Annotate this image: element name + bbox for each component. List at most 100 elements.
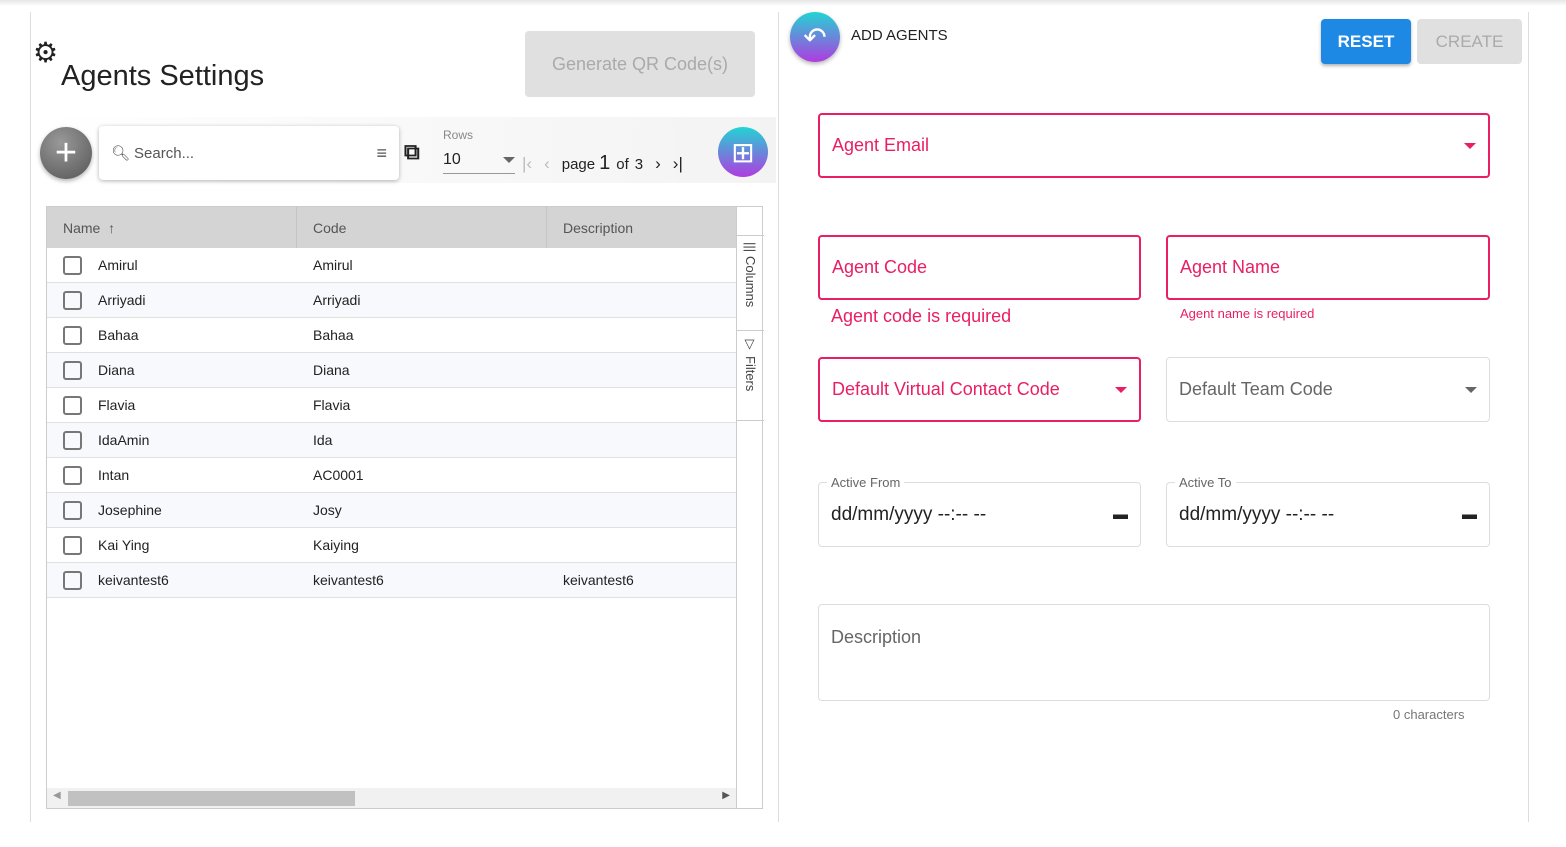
agent-code-input[interactable]: Agent Code [818,235,1141,300]
cell-name: Bahaa [98,327,139,343]
page-title: Agents Settings [61,60,265,92]
table-row[interactable]: Kai Ying Kaiying [47,528,736,563]
table-row[interactable]: Amirul Amirul [47,248,736,283]
add-button[interactable]: + [40,127,92,179]
field-label: Default Team Code [1179,379,1333,399]
cell-name: IdaAmin [98,432,150,448]
filter-icon[interactable]: ≡ [376,143,387,164]
filters-label: Filters [743,355,758,392]
row-checkbox[interactable] [63,430,82,450]
column-header-description[interactable]: Description [547,207,736,248]
filters-tab[interactable]: ▽ Filters [737,331,764,421]
generate-qr-button[interactable]: Generate QR Code(s) [525,31,755,97]
divider [778,12,779,822]
filter-icon: ▽ [743,337,758,352]
rows-value: 10 [443,151,461,168]
description-textarea[interactable]: Description [818,604,1490,701]
search-input[interactable]: 🔍︎ Search... ≡ [99,126,399,180]
horizontal-scrollbar[interactable]: ◀ ▶ [47,788,736,808]
field-label: Description [831,627,922,647]
cell-code: Ida [313,432,333,448]
active-to-label: Active To [1175,475,1236,490]
top-shadow [0,0,1566,6]
first-page-icon[interactable]: |‹ [522,154,532,174]
table-row[interactable]: IdaAmin Ida [47,423,736,458]
agent-name-error: Agent name is required [1180,306,1315,321]
page-label: page [561,156,596,173]
calendar-icon[interactable]: ▬ [1462,506,1477,523]
reset-button[interactable]: RESET [1321,19,1411,64]
cell-code: Arriyadi [313,292,361,308]
page-total: 3 [634,156,644,173]
cell-name: Kai Ying [98,537,150,553]
column-header-name[interactable]: Name ↑ [47,207,297,248]
date-placeholder: dd/mm/yyyy --:-- -- [831,503,987,525]
cell-code: Bahaa [313,327,354,343]
divider [30,12,31,822]
side-panel: ||| Columns ▽ Filters [736,207,764,808]
cell-name: Amirul [98,257,138,273]
grid-view-button[interactable]: ⊞ [718,127,768,177]
cell-name: Arriyadi [98,292,146,308]
columns-tab[interactable]: ||| Columns [737,235,764,331]
table-row[interactable]: Bahaa Bahaa [47,318,736,353]
row-checkbox[interactable] [63,290,82,310]
cell-code: Diana [313,362,350,378]
table-row[interactable]: Diana Diana [47,353,736,388]
header-label: Name [63,219,101,236]
chevron-down-icon [503,157,515,163]
scrollbar-thumb[interactable] [68,791,355,806]
active-to-input[interactable]: dd/mm/yyyy --:-- -- ▬ [1166,482,1490,547]
page-of: of [616,156,629,173]
scroll-right-icon[interactable]: ▶ [722,790,730,801]
default-team-code-select[interactable]: Default Team Code [1166,357,1490,422]
chevron-down-icon [1115,386,1127,393]
grid-icon: ⊞ [731,136,755,168]
agent-name-input[interactable]: Agent Name [1166,235,1490,300]
column-header-code[interactable]: Code [297,207,547,248]
row-checkbox[interactable] [63,395,82,415]
back-button[interactable]: ↶ [790,12,840,62]
chevron-down-icon [1464,142,1476,149]
cell-description: keivantest6 [563,572,634,588]
row-checkbox[interactable] [63,535,82,555]
rows-select[interactable]: 10 [443,147,515,174]
row-checkbox[interactable] [63,360,82,380]
prev-page-icon[interactable]: ‹ [544,154,550,174]
table-row[interactable]: Josephine Josy [47,493,736,528]
cell-code: Kaiying [313,537,359,553]
table-row[interactable]: Intan AC0001 [47,458,736,493]
scroll-left-icon[interactable]: ◀ [53,790,61,801]
row-checkbox[interactable] [63,500,82,520]
last-page-icon[interactable]: ›| [673,154,683,174]
create-button[interactable]: CREATE [1417,19,1522,64]
gear-icon[interactable]: ⚙ [33,36,58,69]
divider [1528,12,1529,822]
table-row[interactable]: keivantest6 keivantest6 keivantest6 [47,563,736,598]
row-checkbox[interactable] [63,325,82,345]
next-page-icon[interactable]: › [655,154,661,174]
header-label: Code [313,219,347,236]
row-checkbox[interactable] [63,255,82,275]
cell-name: Josephine [98,502,162,518]
active-from-label: Active From [827,475,905,490]
plus-icon: + [54,131,78,174]
cell-code: Flavia [313,397,351,413]
row-checkbox[interactable] [63,465,82,485]
panel-title: ADD AGENTS [851,27,948,44]
copy-icon[interactable]: ⧉ [404,139,420,165]
agent-email-select[interactable]: Agent Email [818,113,1490,178]
cell-code: Amirul [313,257,353,273]
search-icon: 🔍︎ [111,145,131,162]
page-current: 1 [599,152,611,174]
cell-code: AC0001 [313,467,364,483]
calendar-icon[interactable]: ▬ [1113,506,1128,523]
field-label: Agent Code [832,257,928,277]
table-row[interactable]: Arriyadi Arriyadi [47,283,736,318]
table-row[interactable]: Flavia Flavia [47,388,736,423]
rows-label: Rows [443,128,474,142]
table-header: Name ↑ Code Description [47,207,736,248]
active-from-input[interactable]: dd/mm/yyyy --:-- -- ▬ [818,482,1141,547]
default-virtual-contact-code-select[interactable]: Default Virtual Contact Code [818,357,1141,422]
row-checkbox[interactable] [63,570,82,590]
